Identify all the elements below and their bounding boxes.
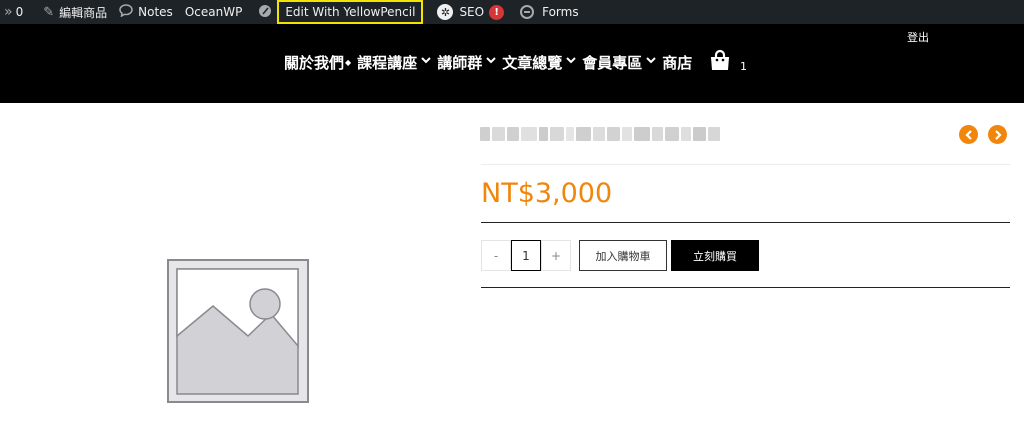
- nav-item-courses[interactable]: 課程講座: [357, 52, 433, 73]
- nav-label: 會員專區: [582, 53, 643, 72]
- chevron-down-icon: [486, 57, 496, 67]
- divider: [481, 222, 1010, 223]
- forms-icon: [520, 5, 535, 19]
- nav-item-instructors[interactable]: 講師群: [437, 52, 498, 73]
- nav-item-shop[interactable]: 商店: [662, 52, 692, 73]
- product-title: [480, 124, 720, 144]
- forms-label: Forms: [542, 5, 579, 19]
- chevron-left-icon: [964, 129, 972, 140]
- divider: [481, 287, 1010, 288]
- product-image-placeholder[interactable]: [163, 256, 313, 406]
- edit-with-yellowpencil-link[interactable]: Edit With YellowPencil: [277, 0, 424, 24]
- admin-bar: » 0 ✎ 編輯商品 Notes OceanWP Edit With Yello…: [0, 0, 1024, 24]
- nav-label: 文章總覽: [502, 53, 563, 72]
- oceanwp-label: OceanWP: [184, 5, 243, 19]
- add-to-cart-button[interactable]: 加入購物車: [579, 240, 667, 271]
- edit-product-label: 編輯商品: [59, 5, 108, 20]
- nav-item-articles[interactable]: 文章總覽: [502, 52, 578, 73]
- divider: [481, 164, 1010, 165]
- chevron-right-icon: [994, 129, 1002, 140]
- yellowpencil-menu[interactable]: Edit With YellowPencil: [252, 0, 429, 24]
- logout-link[interactable]: 登出: [907, 29, 929, 45]
- seo-label: SEO: [459, 5, 485, 19]
- shopping-bag-icon: [709, 49, 731, 75]
- cart-count: 1: [740, 60, 747, 73]
- chevron-down-icon: [421, 57, 431, 67]
- previous-product-button[interactable]: [959, 125, 978, 144]
- chevron-down-icon: [646, 57, 656, 67]
- quantity-increase-button[interactable]: +: [541, 240, 571, 271]
- quantity-decrease-button[interactable]: -: [481, 240, 511, 271]
- pencil-icon: ✎: [43, 4, 55, 20]
- nav-label: 關於我們: [284, 53, 345, 72]
- nav-label: 課程講座: [357, 53, 418, 72]
- nav-label: 講師群: [437, 53, 483, 72]
- cart-button[interactable]: 1: [709, 49, 747, 75]
- product-nav-arrows: [959, 125, 1007, 144]
- chevron-down-icon: [566, 57, 576, 67]
- diamond-icon: ◆: [345, 57, 352, 67]
- nav-label: 商店: [662, 53, 693, 72]
- speech-bubble-icon: [119, 4, 133, 20]
- buy-now-button[interactable]: 立刻購買: [671, 240, 759, 271]
- next-product-button[interactable]: [988, 125, 1007, 144]
- product-price: NT$3,000: [481, 178, 613, 209]
- quantity-stepper: - 1 +: [481, 240, 571, 271]
- image-placeholder-icon: [167, 259, 309, 403]
- nav-item-members[interactable]: 會員專區: [582, 52, 658, 73]
- oceanwp-menu[interactable]: OceanWP: [179, 0, 249, 24]
- seo-menu[interactable]: ✲ SEO !: [431, 0, 510, 24]
- updates-menu[interactable]: » 0: [0, 0, 29, 24]
- double-chevron-right-icon: »: [4, 4, 13, 20]
- notes-menu[interactable]: Notes: [113, 0, 179, 24]
- edit-product-link[interactable]: ✎ 編輯商品: [37, 0, 113, 24]
- gear-icon: ✲: [437, 4, 454, 20]
- yellowpencil-icon: [258, 4, 272, 21]
- site-header: 登出 關於我們 ◆ 課程講座 講師群 文章總覽 會員專區 商店 1: [0, 24, 1024, 103]
- forms-menu[interactable]: Forms: [514, 0, 584, 24]
- nav-item-about[interactable]: 關於我們 ◆: [284, 52, 353, 73]
- seo-alert-badge: !: [489, 4, 505, 20]
- quantity-input[interactable]: 1: [511, 240, 541, 271]
- updates-count: 0: [15, 5, 24, 19]
- main-nav: 關於我們 ◆ 課程講座 講師群 文章總覽 會員專區 商店: [284, 50, 696, 74]
- notes-label: Notes: [138, 5, 173, 19]
